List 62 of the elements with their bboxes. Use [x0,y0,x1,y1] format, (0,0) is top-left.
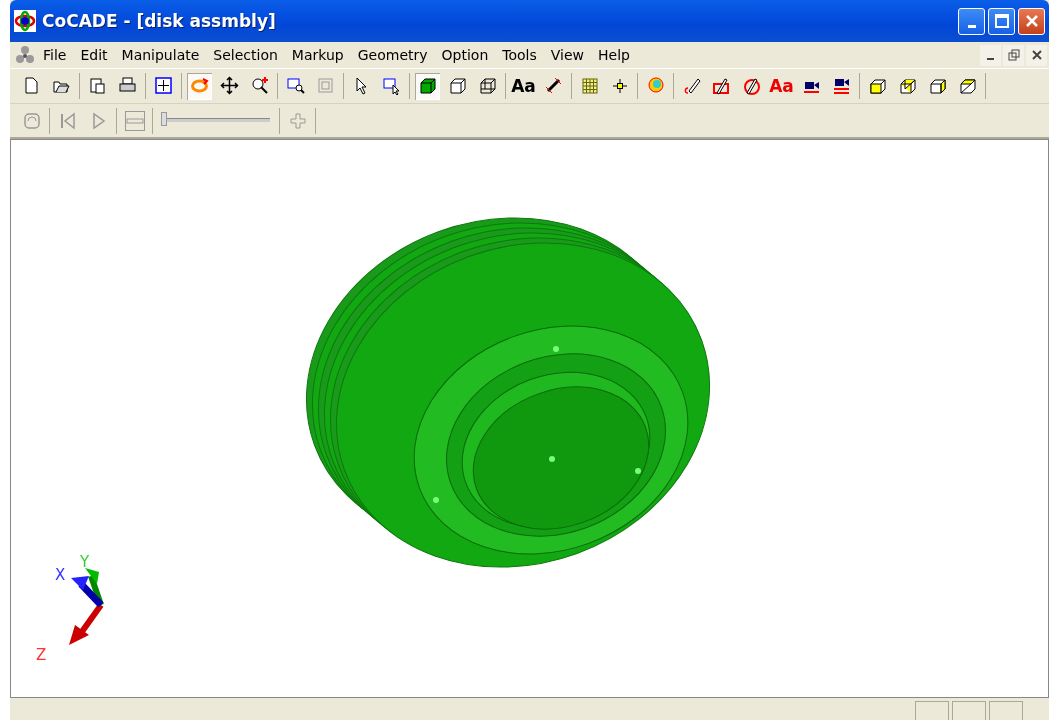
restore-icon [1007,49,1020,61]
menu-item[interactable]: Manipulate [114,45,207,65]
select-window-icon [381,76,402,96]
cube-face-icon [867,76,888,96]
pan-arrows-icon [219,76,240,96]
rotate-button[interactable] [187,72,212,100]
minimize-button[interactable] [980,44,1001,66]
zoom-window-icon [285,76,306,96]
text-tool-button[interactable]: Aa [769,72,794,100]
cube-face-icon [927,76,948,96]
zoom-icon [249,76,270,96]
viewport[interactable]: X Y Z [10,139,1049,698]
menu-item[interactable]: Edit [73,45,115,65]
minimize-button[interactable] [958,7,985,35]
y-axis-label: Y [80,553,90,571]
plus-icon [287,110,308,131]
restore-button[interactable] [1003,44,1024,66]
minimize-icon [967,24,976,28]
menu-item[interactable]: Selection [206,45,285,65]
menu-item[interactable]: Option [434,45,496,65]
text-tool-button[interactable]: Aa [511,72,536,100]
hidden-line-cube-icon [477,76,498,96]
fit-view-icon [153,76,174,96]
zoom-all-icon [315,76,336,96]
close-icon [1023,13,1040,29]
minimize-icon [987,58,994,60]
cube-face-icon [897,76,918,96]
maximize-icon [993,13,1010,29]
circle-markup-icon [741,76,762,96]
menu-item[interactable]: Markup [284,45,351,65]
menu-item[interactable]: Geometry [350,45,435,65]
menu-item[interactable]: Help [591,45,637,65]
dimension-icon [543,76,564,96]
app-logo-icon [14,10,36,32]
orbit-icon [645,76,666,96]
status-panel [989,701,1023,720]
maximize-button[interactable] [988,7,1015,35]
menu-item[interactable]: Tools [495,45,544,65]
wireframe-cube-icon [447,76,468,96]
shaded-cube-icon [417,76,438,96]
x-axis-label: X [55,566,66,584]
rectangle-markup-icon [711,76,732,96]
propeller-logo-icon [14,44,36,66]
window-title: CoCADE - [disk assmbly] [42,11,277,31]
camera-icon [831,76,852,96]
minus-icon [124,110,145,131]
status-panel [915,701,949,720]
clipboard-icon [87,76,108,96]
loop-icon [21,110,42,131]
slider-thumb[interactable] [161,111,167,126]
grid-icon [579,76,600,96]
menu-item[interactable]: File [36,45,74,65]
close-icon [1030,49,1043,61]
status-panel [952,701,986,720]
close-button[interactable] [1018,7,1045,35]
z-axis-label: Z [36,646,47,664]
cube-face-icon [957,76,978,96]
disk-model-drawing[interactable] [306,217,710,568]
shaded-cube-button[interactable] [415,72,440,100]
close-button[interactable] [1026,44,1047,66]
rotate-icon [189,76,210,96]
menu-item[interactable]: View [543,45,591,65]
